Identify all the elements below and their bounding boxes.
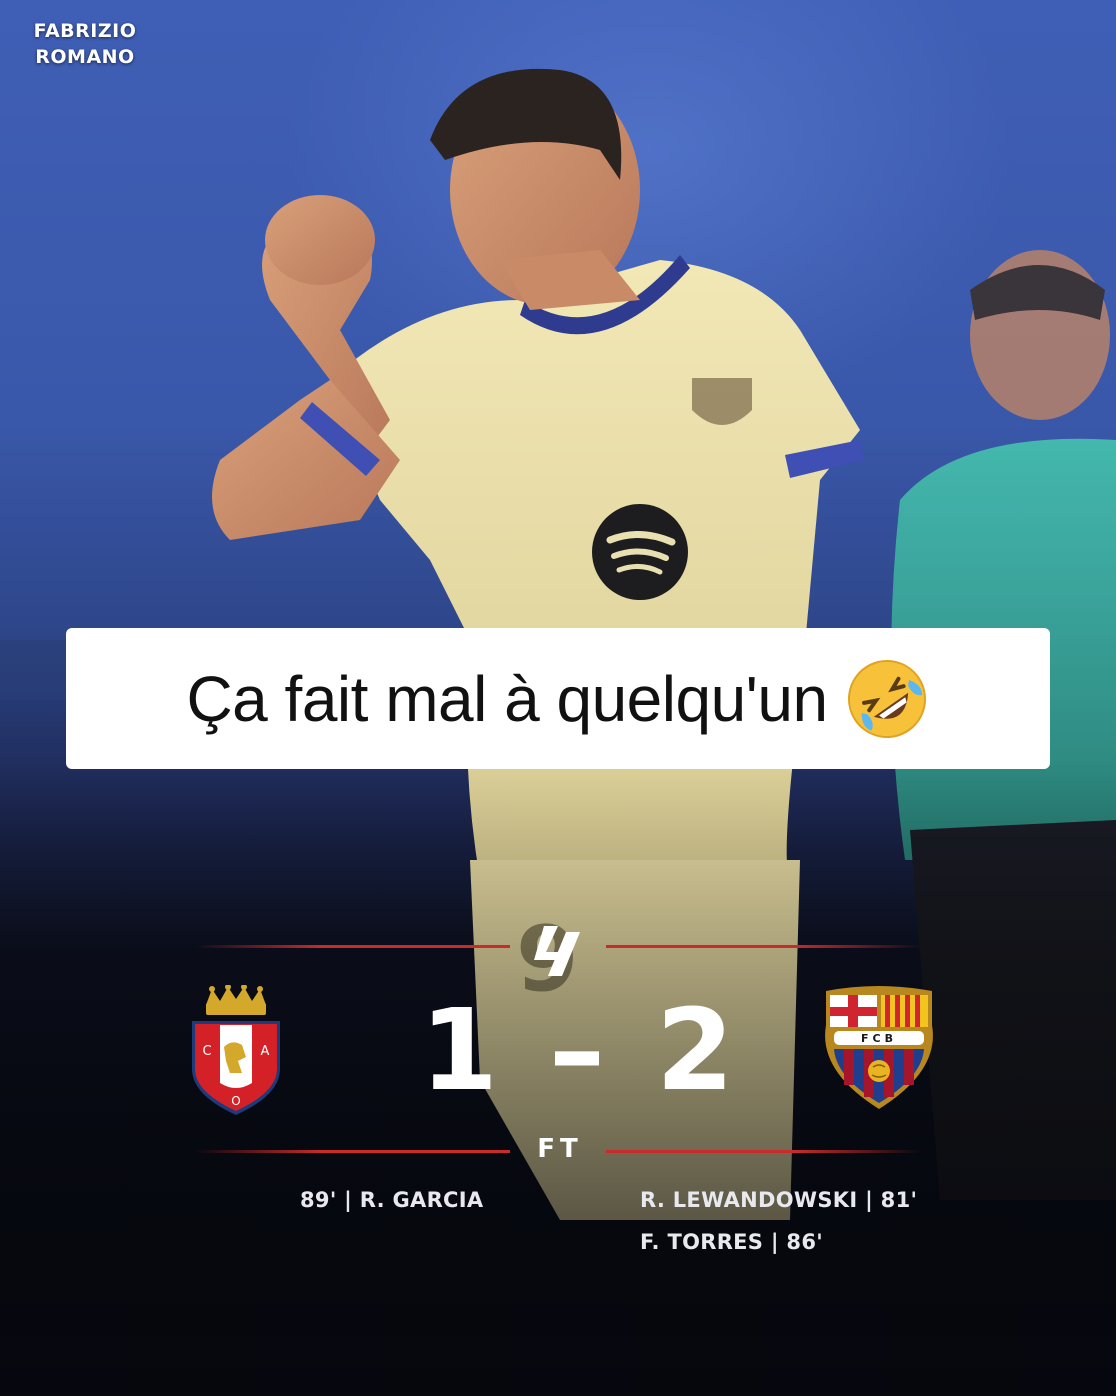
divider-bottom-right: [606, 1150, 921, 1153]
crest-letter-a: A: [261, 1044, 270, 1059]
laliga-logo-icon: [534, 926, 580, 976]
divider-bottom-left: [195, 1150, 510, 1153]
away-scorer: R. LEWANDOWSKI | 81': [640, 1188, 918, 1212]
match-status: FT: [537, 1134, 583, 1164]
post-image: 9 FABRIZIO ROMANO Ça fait mal à quelqu'u…: [0, 0, 1116, 1396]
watermark-line-1: FABRIZIO: [33, 20, 137, 42]
caption-box: Ça fait mal à quelqu'un: [66, 628, 1050, 769]
barcelona-crest-icon: FCB: [825, 986, 933, 1109]
crest-letters-fcb: FCB: [861, 1032, 897, 1045]
crest-letter-c: C: [202, 1044, 211, 1059]
divider-top-left: [195, 945, 510, 948]
caption-text: Ça fait mal à quelqu'un: [186, 662, 828, 735]
score-separator: –: [549, 986, 611, 1116]
crest-letter-o: O: [231, 1094, 240, 1108]
away-scorer: F. TORRES | 86': [640, 1230, 823, 1254]
rolling-on-floor-laughing-icon: [847, 659, 926, 738]
away-goals: 2: [656, 986, 740, 1116]
home-goals: 1: [420, 986, 504, 1116]
watermark-line-2: ROMANO: [35, 46, 135, 68]
scoreline: 1 – 2: [400, 995, 760, 1107]
home-scorer: 89' | R. GARCIA: [300, 1188, 484, 1212]
osasuna-crest-icon: C A O: [192, 985, 280, 1115]
brand-watermark: FABRIZIO ROMANO: [20, 18, 150, 70]
divider-top-right: [606, 945, 921, 948]
